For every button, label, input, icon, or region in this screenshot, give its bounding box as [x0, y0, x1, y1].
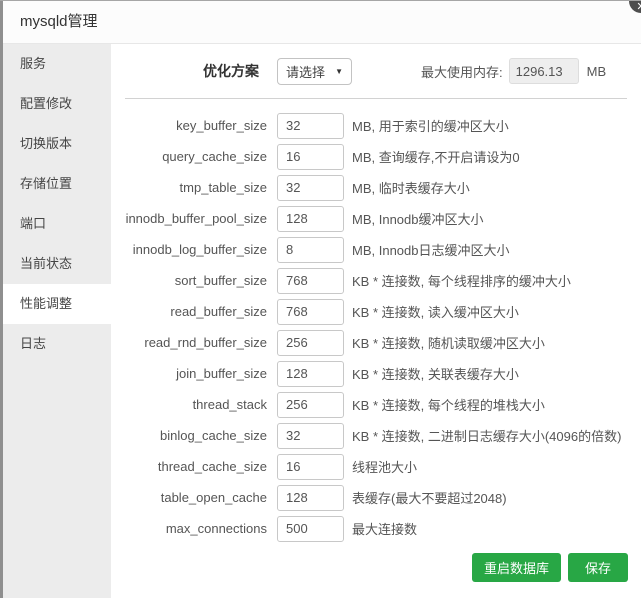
field-description: MB, Innodb日志缓冲区大小: [352, 243, 510, 258]
chevron-down-icon: ▼: [335, 66, 343, 76]
field-description: MB, Innodb缓冲区大小: [352, 212, 484, 227]
field-input[interactable]: [277, 205, 344, 232]
field-input[interactable]: [277, 236, 344, 263]
field-label: innodb_log_buffer_size: [132, 242, 267, 257]
field-description: 最大连接数: [352, 522, 418, 537]
form-row: read_rnd_buffer_size KB * 连接数, 随机读取缓冲区大小: [111, 327, 641, 358]
form-row: read_buffer_size KB * 连接数, 读入缓冲区大小: [111, 296, 641, 327]
form-row: key_buffer_size MB, 用于索引的缓冲区大小: [111, 110, 641, 141]
sidebar-item-1[interactable]: 配置修改: [3, 84, 111, 124]
field-label: key_buffer_size: [176, 118, 267, 133]
field-input[interactable]: [277, 360, 344, 387]
field-input[interactable]: [277, 112, 344, 139]
sidebar-item-7[interactable]: 日志: [3, 324, 111, 364]
field-label: max_connections: [165, 521, 267, 536]
field-label: join_buffer_size: [176, 366, 267, 381]
sidebar-item-4[interactable]: 端口: [3, 204, 111, 244]
mysqld-manager-window: mysqld管理 ✕ 服务配置修改切换版本存储位置端口当前状态性能调整日志 优化…: [0, 0, 641, 598]
field-input[interactable]: [277, 267, 344, 294]
divider: [125, 98, 627, 99]
field-label: thread_cache_size: [157, 459, 267, 474]
form-row: innodb_buffer_pool_size MB, Innodb缓冲区大小: [111, 203, 641, 234]
field-input[interactable]: [277, 174, 344, 201]
form-row: innodb_log_buffer_size MB, Innodb日志缓冲区大小: [111, 234, 641, 265]
field-description: KB * 连接数, 每个线程的堆栈大小: [352, 398, 545, 413]
restart-database-button[interactable]: 重启数据库: [471, 553, 561, 582]
field-description: MB, 临时表缓存大小: [352, 181, 470, 196]
field-label: read_buffer_size: [170, 304, 267, 319]
field-input[interactable]: [277, 422, 344, 449]
form-row: tmp_table_size MB, 临时表缓存大小: [111, 172, 641, 203]
optimization-plan-value: 请选择: [286, 64, 326, 80]
field-label: table_open_cache: [160, 490, 267, 505]
max-memory-unit: MB: [586, 63, 607, 79]
field-input[interactable]: [277, 453, 344, 480]
sidebar-item-0[interactable]: 服务: [3, 44, 111, 84]
form-row: max_connections 最大连接数: [111, 513, 641, 544]
form-row: query_cache_size MB, 查询缓存,不开启请设为0: [111, 141, 641, 172]
form-row: thread_cache_size 线程池大小: [111, 451, 641, 482]
field-input[interactable]: [277, 515, 344, 542]
field-label: thread_stack: [192, 397, 267, 412]
field-description: KB * 连接数, 读入缓冲区大小: [352, 305, 519, 320]
field-label: innodb_buffer_pool_size: [125, 211, 267, 226]
form-rows: key_buffer_size MB, 用于索引的缓冲区大小 query_cac…: [111, 110, 641, 544]
field-label: query_cache_size: [162, 149, 267, 164]
window-title: mysqld管理: [20, 13, 98, 30]
field-description: KB * 连接数, 随机读取缓冲区大小: [352, 336, 545, 351]
field-description: KB * 连接数, 二进制日志缓存大小(4096的倍数): [352, 429, 622, 444]
field-description: KB * 连接数, 每个线程排序的缓冲大小: [352, 274, 571, 289]
field-input[interactable]: [277, 298, 344, 325]
close-icon: ✕: [636, 1, 641, 13]
max-memory-label: 最大使用内存:: [421, 64, 503, 80]
window-header: mysqld管理: [0, 1, 641, 44]
sidebar-item-3[interactable]: 存储位置: [3, 164, 111, 204]
field-label: binlog_cache_size: [160, 428, 267, 443]
max-memory-input: [508, 58, 579, 84]
field-input[interactable]: [277, 329, 344, 356]
save-button[interactable]: 保存: [568, 553, 628, 582]
field-label: read_rnd_buffer_size: [144, 335, 267, 350]
action-buttons: 重启数据库 保存: [471, 553, 628, 582]
main-panel: 优化方案 请选择 ▼ 最大使用内存: MB key_buffer_size MB…: [111, 44, 641, 598]
sidebar-item-5[interactable]: 当前状态: [3, 244, 111, 284]
window-edge-strip: [0, 1, 3, 598]
form-row: binlog_cache_size KB * 连接数, 二进制日志缓存大小(40…: [111, 420, 641, 451]
field-label: sort_buffer_size: [174, 273, 267, 288]
field-description: 表缓存(最大不要超过2048): [352, 491, 507, 506]
field-description: KB * 连接数, 关联表缓存大小: [352, 367, 519, 382]
form-row: thread_stack KB * 连接数, 每个线程的堆栈大小: [111, 389, 641, 420]
toolbar: 优化方案 请选择 ▼ 最大使用内存: MB: [111, 44, 641, 98]
field-description: MB, 查询缓存,不开启请设为0: [352, 150, 520, 165]
sidebar-item-2[interactable]: 切换版本: [3, 124, 111, 164]
form-row: join_buffer_size KB * 连接数, 关联表缓存大小: [111, 358, 641, 389]
field-description: MB, 用于索引的缓冲区大小: [352, 119, 509, 134]
sidebar: 服务 配置修改 切换版本 存储位置 端口 当前状态 性能调整 日志: [3, 44, 111, 598]
field-label: tmp_table_size: [179, 180, 267, 195]
field-description: 线程池大小: [352, 460, 418, 475]
optimization-plan-select[interactable]: 请选择 ▼: [277, 57, 352, 85]
form-row: sort_buffer_size KB * 连接数, 每个线程排序的缓冲大小: [111, 265, 641, 296]
form-row: table_open_cache 表缓存(最大不要超过2048): [111, 482, 641, 513]
sidebar-item-6[interactable]: 性能调整: [3, 284, 111, 324]
field-input[interactable]: [277, 143, 344, 170]
field-input[interactable]: [277, 391, 344, 418]
field-input[interactable]: [277, 484, 344, 511]
optimization-plan-label: 优化方案: [203, 63, 259, 79]
